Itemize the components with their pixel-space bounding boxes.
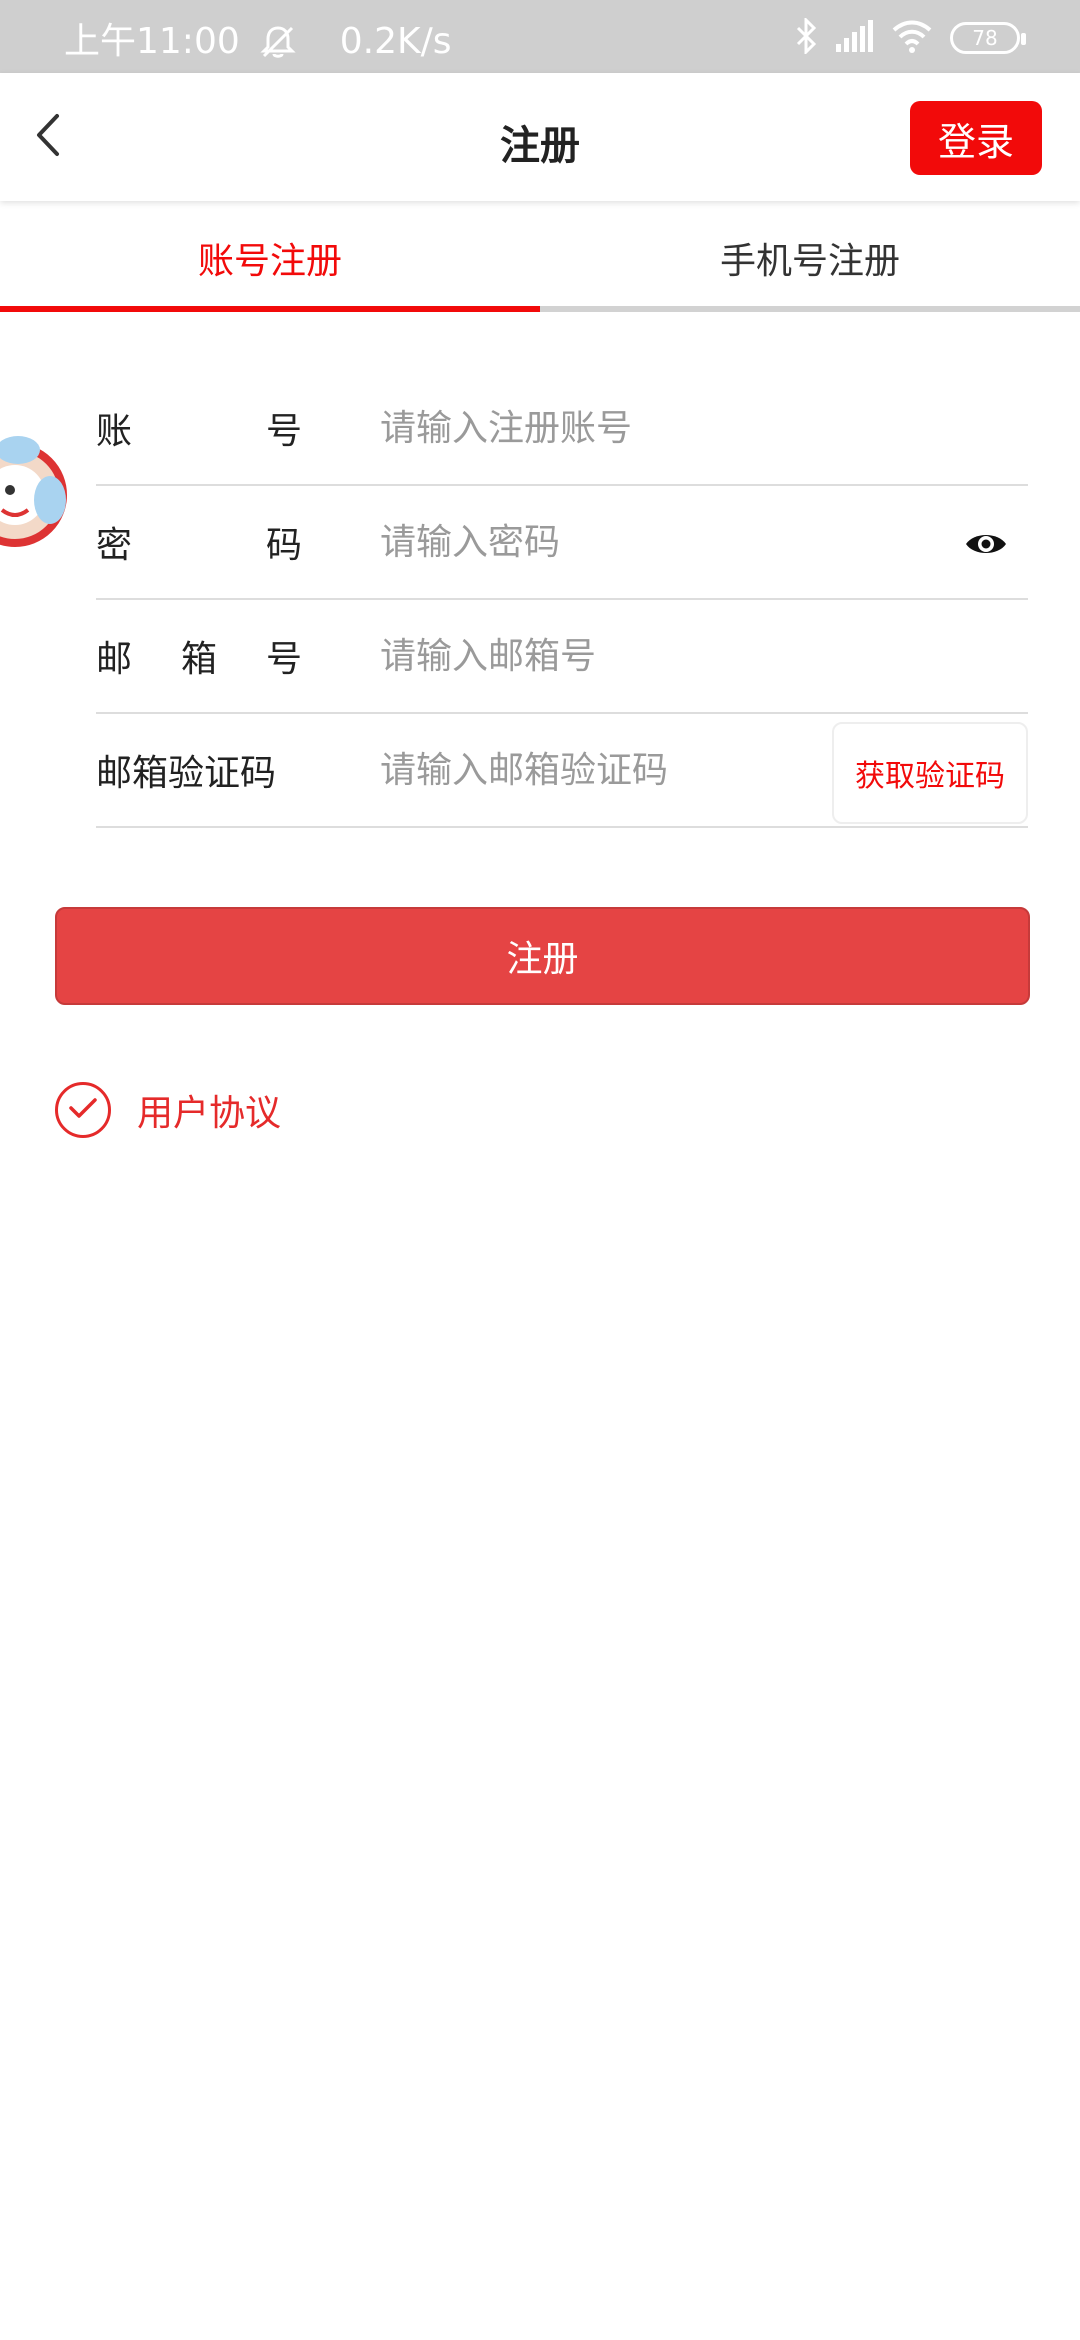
password-label: 密 码 xyxy=(96,525,302,566)
status-time: 上午11:00 xyxy=(64,21,240,62)
password-row: 密 码 xyxy=(96,486,1028,600)
email-label: 邮 箱 号 xyxy=(96,639,302,680)
battery-icon: 78 xyxy=(950,22,1026,54)
code-input[interactable] xyxy=(380,740,680,800)
status-right: 78 xyxy=(794,16,1026,58)
email-row: 邮 箱 号 xyxy=(96,600,1028,714)
login-button[interactable]: 登录 xyxy=(910,101,1042,175)
tab-account-register[interactable]: 账号注册 xyxy=(0,202,540,314)
tab-underline-active xyxy=(0,306,540,312)
account-input[interactable] xyxy=(380,398,900,458)
wifi-icon xyxy=(890,18,934,58)
get-code-button[interactable]: 获取验证码 xyxy=(832,722,1028,824)
register-form: 账 号 密 码 邮 箱 号 邮箱验证码 获取验证码 xyxy=(96,372,1028,828)
status-left: 上午11:00 0.2K/s xyxy=(64,22,452,62)
code-row: 邮箱验证码 获取验证码 xyxy=(96,714,1028,828)
account-label: 账 号 xyxy=(96,411,302,452)
code-label: 邮箱验证码 xyxy=(96,753,277,794)
eye-icon[interactable] xyxy=(964,524,1008,564)
register-button[interactable]: 注册 xyxy=(55,907,1030,1005)
email-input[interactable] xyxy=(380,626,900,686)
check-icon xyxy=(67,1094,99,1126)
app-header: 注册 登录 xyxy=(0,73,1080,201)
tab-phone-register[interactable]: 手机号注册 xyxy=(540,202,1080,314)
mascot-icon xyxy=(0,420,70,570)
bell-off-icon xyxy=(258,22,298,62)
user-agreement-link[interactable]: 用户协议 xyxy=(137,1084,281,1136)
register-tabs: 账号注册 手机号注册 xyxy=(0,202,1080,314)
bluetooth-icon xyxy=(794,16,818,58)
agree-checkbox[interactable] xyxy=(55,1082,111,1138)
net-speed: 0.2K/s xyxy=(339,21,452,62)
password-input[interactable] xyxy=(380,512,900,572)
agreement: 用户协议 xyxy=(55,1082,281,1138)
status-bar: 上午11:00 0.2K/s 78 xyxy=(0,0,1080,73)
account-row: 账 号 xyxy=(96,372,1028,486)
signal-icon xyxy=(834,18,874,58)
